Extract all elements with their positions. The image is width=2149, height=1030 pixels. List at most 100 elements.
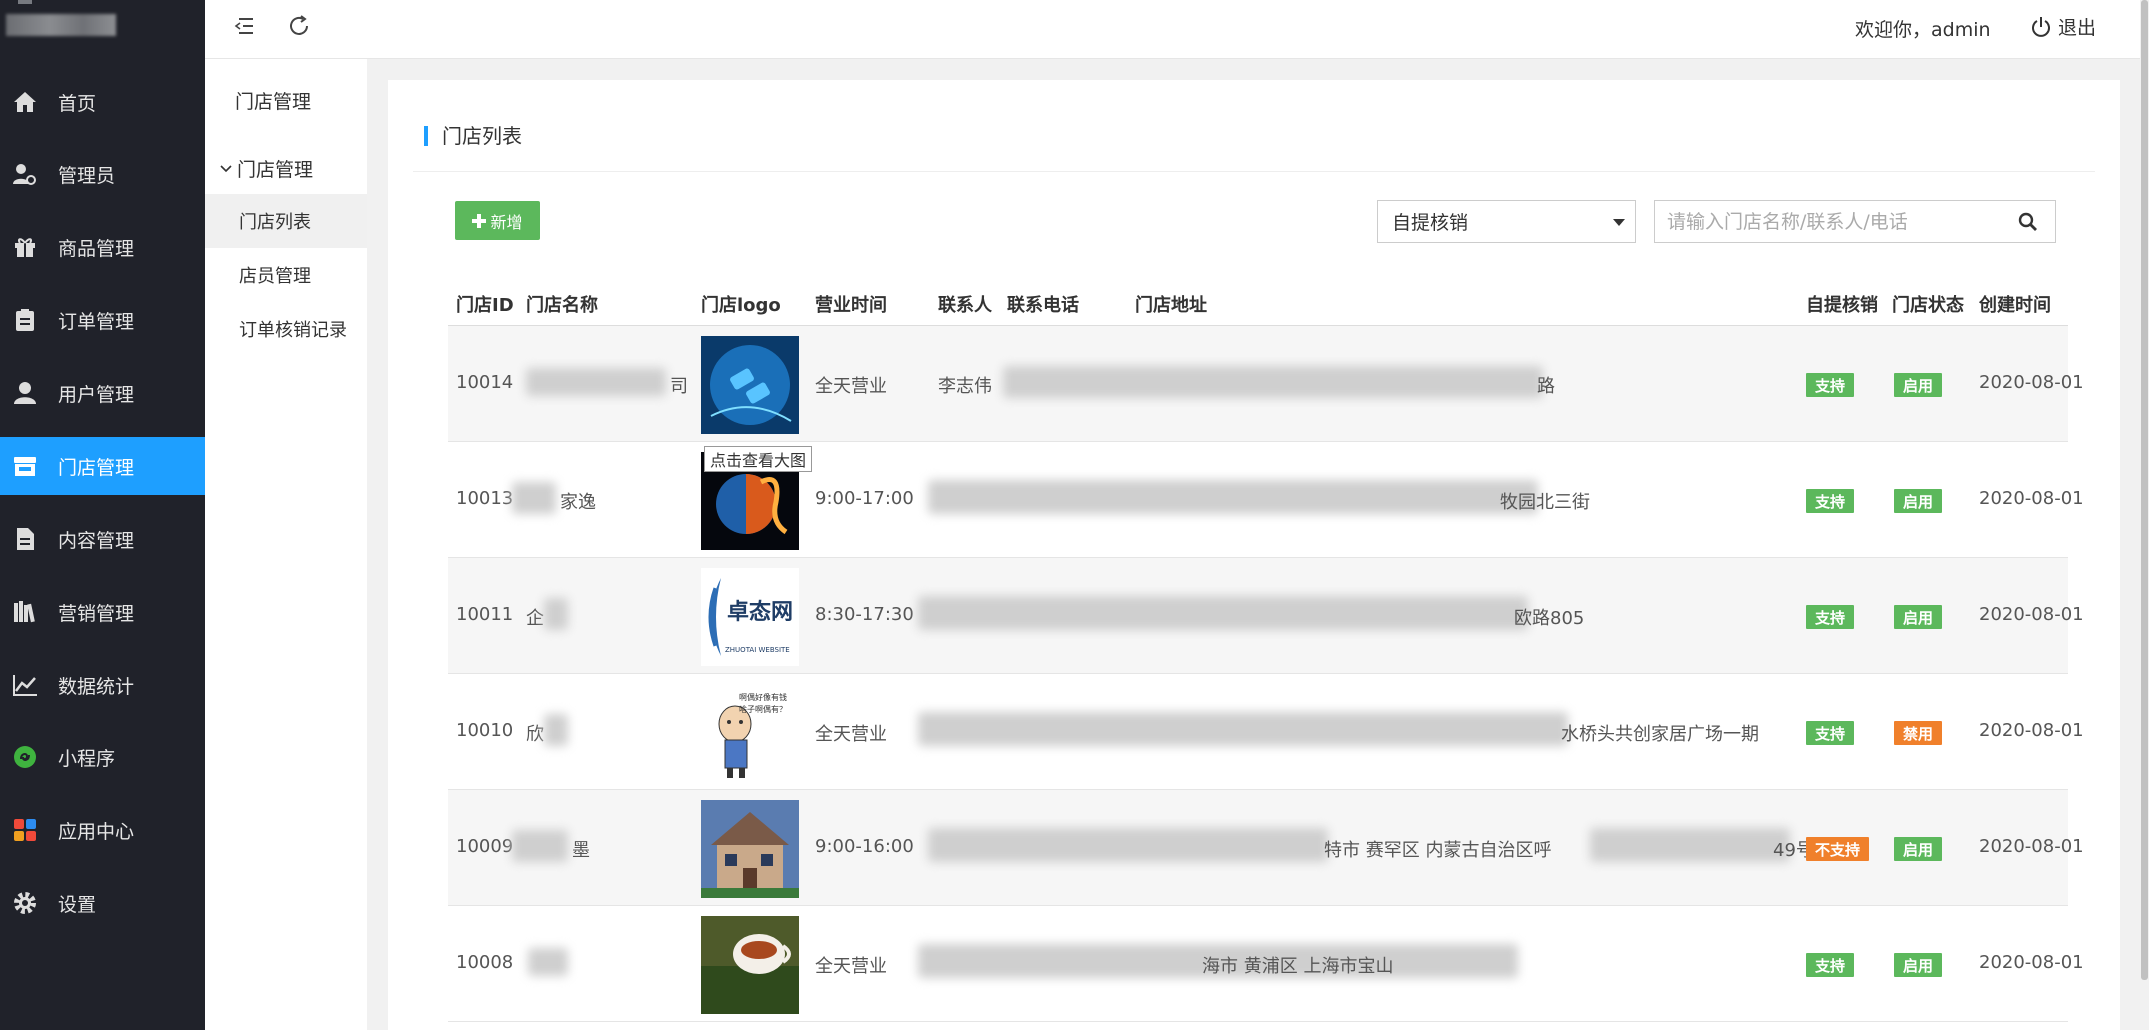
sidebar-item-settings[interactable]: 设置	[0, 874, 205, 932]
sidebar-item-orders[interactable]: 订单管理	[0, 291, 205, 349]
store-id: 10010	[456, 720, 514, 741]
sidebar-item-label: 商品管理	[58, 237, 135, 260]
redacted-text	[528, 948, 568, 976]
sidebar-item-miniprogram[interactable]: 小程序	[0, 728, 205, 786]
sidebar-item-label: 小程序	[58, 747, 116, 770]
col-header: 门店地址	[1135, 295, 1207, 316]
sidebar-item-label: 设置	[58, 893, 97, 916]
sidebar-item-label: 内容管理	[58, 529, 135, 552]
clipboard-icon	[12, 307, 38, 333]
created-date: 2020-08-01	[1979, 372, 2084, 393]
logout-button[interactable]: 退出	[2030, 13, 2096, 40]
store-logo[interactable]: 卓态网 ZHUOTAI WEBSITE	[701, 568, 799, 666]
sidebar-item-label: 应用中心	[58, 820, 135, 843]
main-sidebar: 首页 管理员 商品管理 订单管理 用户管理 门店管理 内容管理 营销管理 数据统…	[0, 0, 205, 1030]
store-address: 牧园北三街	[1500, 492, 1590, 513]
sidebar-item-content[interactable]: 内容管理	[0, 510, 205, 568]
admin-user-icon	[12, 161, 38, 187]
add-store-button[interactable]: 新增	[455, 201, 540, 240]
refresh-icon[interactable]	[287, 14, 313, 40]
created-date: 2020-08-01	[1979, 952, 2084, 973]
business-hours: 8:30-17:30	[815, 604, 914, 625]
redacted-text	[526, 368, 666, 396]
search-button[interactable]	[2000, 200, 2056, 243]
store-logo[interactable]	[701, 916, 799, 1014]
store-icon	[12, 453, 38, 479]
store-address: 特市 赛罕区 内蒙古自治区呼	[1324, 840, 1552, 861]
col-header: 门店名称	[526, 295, 598, 316]
col-header: 联系人	[938, 295, 992, 316]
redacted-text	[512, 482, 556, 514]
redacted-text	[544, 598, 568, 630]
redacted-text	[1590, 828, 1790, 862]
logout-label: 退出	[2058, 17, 2097, 39]
store-id: 10014	[456, 372, 514, 393]
table-row: 10014 司 全天营业 李志伟 路 支持 启用 2020-08-01	[448, 326, 2084, 442]
store-address: 路	[1537, 376, 1555, 397]
subnav-item-staff[interactable]: 店员管理	[205, 248, 367, 302]
status-badge: 启用	[1894, 605, 1943, 629]
col-header: 创建时间	[1979, 295, 2051, 316]
gear-icon	[12, 890, 38, 916]
redacted-text	[1003, 366, 1543, 398]
logo	[6, 14, 116, 36]
sidebar-item-admin[interactable]: 管理员	[0, 145, 205, 203]
sidebar-item-label: 数据统计	[58, 675, 135, 698]
sidebar-item-label: 门店管理	[58, 456, 135, 479]
plus-icon	[472, 213, 487, 228]
subnav-item-verification-records[interactable]: 订单核销记录	[205, 302, 367, 356]
chevron-down-icon	[220, 164, 232, 172]
status-badge: 启用	[1894, 953, 1943, 977]
logo-brand-subtext: ZHUOTAI WEBSITE	[725, 646, 790, 654]
created-date: 2020-08-01	[1979, 488, 2084, 509]
scrollbar-thumb[interactable]	[2141, 0, 2148, 980]
pickup-filter-select[interactable]: 自提核销	[1377, 200, 1636, 243]
subnav-item-store-list[interactable]: 门店列表	[205, 194, 367, 248]
sidebar-item-home[interactable]: 首页	[0, 73, 205, 131]
user-icon	[12, 380, 38, 406]
sidebar-item-users[interactable]: 用户管理	[0, 364, 205, 422]
status-badge: 启用	[1894, 837, 1943, 861]
secondary-sidebar: 门店管理 门店管理 门店列表 店员管理 订单核销记录	[205, 59, 367, 1030]
document-icon	[12, 526, 38, 552]
page-scrollbar[interactable]	[2140, 0, 2149, 1030]
store-logo[interactable]	[701, 336, 799, 434]
store-logo[interactable]	[701, 800, 799, 898]
redacted-text	[928, 480, 1538, 514]
redacted-text	[918, 712, 1568, 746]
sidebar-item-stores[interactable]: 门店管理	[0, 437, 205, 495]
apps-icon	[12, 817, 38, 843]
col-header: 自提核销	[1806, 295, 1878, 316]
business-hours: 全天营业	[815, 724, 887, 745]
sidebar-item-label: 管理员	[58, 164, 116, 187]
line-chart-icon	[12, 672, 38, 698]
sidebar-item-products[interactable]: 商品管理	[0, 218, 205, 276]
sidebar-item-marketing[interactable]: 营销管理	[0, 583, 205, 641]
col-header: 门店logo	[701, 295, 781, 316]
content-card: 门店列表 新增 自提核销 门店ID 门店名称 门店logo 营业时间 联系人 联…	[388, 80, 2120, 1030]
divider	[413, 171, 2095, 172]
col-header: 门店状态	[1892, 295, 1964, 316]
books-icon	[12, 599, 38, 625]
created-date: 2020-08-01	[1979, 720, 2084, 741]
sidebar-item-statistics[interactable]: 数据统计	[0, 656, 205, 714]
select-value: 自提核销	[1392, 212, 1469, 234]
created-date: 2020-08-01	[1979, 836, 2084, 857]
redacted-text	[512, 830, 568, 862]
table-row: 10013 家逸 9:00-17:00 牧园北三街 支持 启用 2020-08-…	[448, 442, 2084, 558]
page-title: 门店列表	[424, 126, 522, 146]
menu-collapse-icon[interactable]	[233, 14, 259, 40]
status-badge: 禁用	[1894, 721, 1943, 745]
sidebar-item-apps[interactable]: 应用中心	[0, 801, 205, 859]
store-name: 家逸	[560, 492, 596, 513]
subnav-group-stores[interactable]: 门店管理	[219, 155, 313, 182]
status-badge: 启用	[1894, 489, 1943, 513]
search-input[interactable]	[1654, 200, 2001, 243]
logo-brand-text: 卓态网	[727, 600, 794, 625]
store-table: 门店ID 门店名称 门店logo 营业时间 联系人 联系电话 门店地址 自提核销…	[448, 283, 2084, 1022]
search-icon	[2018, 212, 2037, 231]
store-address: 海市 黄浦区 上海市宝山	[1202, 956, 1394, 977]
contact-name: 李志伟	[938, 376, 992, 397]
store-logo[interactable]: 啊偶好像有钱 啥子啊偶有？	[701, 684, 799, 782]
store-address: 欧路805	[1514, 608, 1585, 629]
